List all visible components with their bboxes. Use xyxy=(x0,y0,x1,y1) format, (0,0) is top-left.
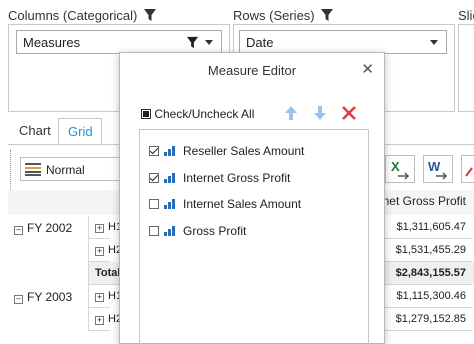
filter-icon[interactable] xyxy=(143,8,157,22)
view-mode-select[interactable]: Normal xyxy=(20,157,120,181)
measure-icon xyxy=(164,172,178,183)
measures-field[interactable]: Measures xyxy=(16,30,222,54)
tab-chart[interactable]: Chart xyxy=(19,123,51,138)
expand-icon[interactable]: + xyxy=(95,247,104,256)
measure-item[interactable]: Internet Sales Amount xyxy=(149,197,301,211)
rows-header: Rows (Series) xyxy=(233,8,334,23)
measure-label: Gross Profit xyxy=(183,223,247,238)
measure-icon xyxy=(164,225,178,236)
measure-icon xyxy=(164,199,178,209)
measure-label: Internet Gross Profit xyxy=(183,170,291,185)
columns-header: Columns (Categorical) xyxy=(8,8,157,23)
list-view-icon xyxy=(25,163,41,176)
measure-checkbox[interactable] xyxy=(149,199,159,209)
slices-field-panel xyxy=(458,24,474,112)
columns-header-label: Columns (Categorical) xyxy=(8,8,138,23)
delete-icon xyxy=(342,106,356,120)
arrow-up-icon xyxy=(285,106,297,120)
export-pdf-button[interactable] xyxy=(461,155,474,183)
measure-editor-dialog: Measure Editor ✕ Check/Uncheck All Resel… xyxy=(119,52,385,344)
measure-checkbox[interactable] xyxy=(149,172,159,183)
measure-label: Internet Sales Amount xyxy=(183,197,302,211)
arrow-down-icon xyxy=(314,106,326,120)
row-sub-header[interactable]: + H1 xyxy=(88,285,122,308)
expand-icon[interactable]: + xyxy=(95,224,104,233)
word-icon: W xyxy=(428,159,448,180)
chevron-down-icon[interactable] xyxy=(205,39,213,45)
tristate-checkbox[interactable] xyxy=(141,109,151,119)
excel-icon: X xyxy=(391,159,410,180)
move-down-button[interactable] xyxy=(310,103,330,123)
close-icon[interactable]: ✕ xyxy=(361,60,374,78)
filter-icon[interactable] xyxy=(186,36,199,49)
year-column xyxy=(8,216,89,331)
measure-checkbox[interactable] xyxy=(149,225,159,236)
check-all-label: Check/Uncheck All xyxy=(154,107,255,121)
row-sub-header[interactable]: + H2 xyxy=(88,308,122,331)
export-word-button[interactable]: W xyxy=(423,155,453,183)
pdf-icon xyxy=(465,167,473,177)
expand-icon[interactable]: + xyxy=(95,293,104,302)
measure-item[interactable]: Internet Gross Profit xyxy=(149,171,290,185)
measure-label: Reseller Sales Amount xyxy=(183,144,305,158)
dialog-title: Measure Editor xyxy=(207,63,297,78)
toolbar-grip xyxy=(10,150,12,190)
chevron-down-icon[interactable] xyxy=(430,39,438,45)
move-up-button[interactable] xyxy=(281,103,301,123)
measure-item[interactable]: Reseller Sales Amount xyxy=(149,144,304,158)
expand-icon[interactable]: + xyxy=(95,316,104,325)
export-excel-button[interactable]: X xyxy=(385,155,415,183)
filter-icon[interactable] xyxy=(320,8,334,22)
measure-checkbox[interactable] xyxy=(149,146,159,156)
sub-label: Total xyxy=(95,267,121,279)
svg-text:X: X xyxy=(391,159,400,174)
view-mode-label: Normal xyxy=(46,163,85,177)
rows-header-label: Rows (Series) xyxy=(233,8,315,23)
measures-field-label: Measures xyxy=(23,34,81,50)
slices-header: Slic xyxy=(458,8,474,23)
measure-item[interactable]: Gross Profit xyxy=(149,224,246,238)
check-all-toggle[interactable]: Check/Uncheck All xyxy=(141,107,254,121)
row-sub-header[interactable]: + H1 xyxy=(88,216,122,239)
row-sub-header[interactable]: + H2 xyxy=(88,239,122,262)
tab-grid[interactable]: Grid xyxy=(68,124,93,139)
svg-text:W: W xyxy=(428,159,441,174)
date-field-label: Date xyxy=(246,34,274,50)
date-field[interactable]: Date xyxy=(239,30,447,54)
delete-button[interactable] xyxy=(339,103,359,123)
measure-icon xyxy=(164,146,178,156)
